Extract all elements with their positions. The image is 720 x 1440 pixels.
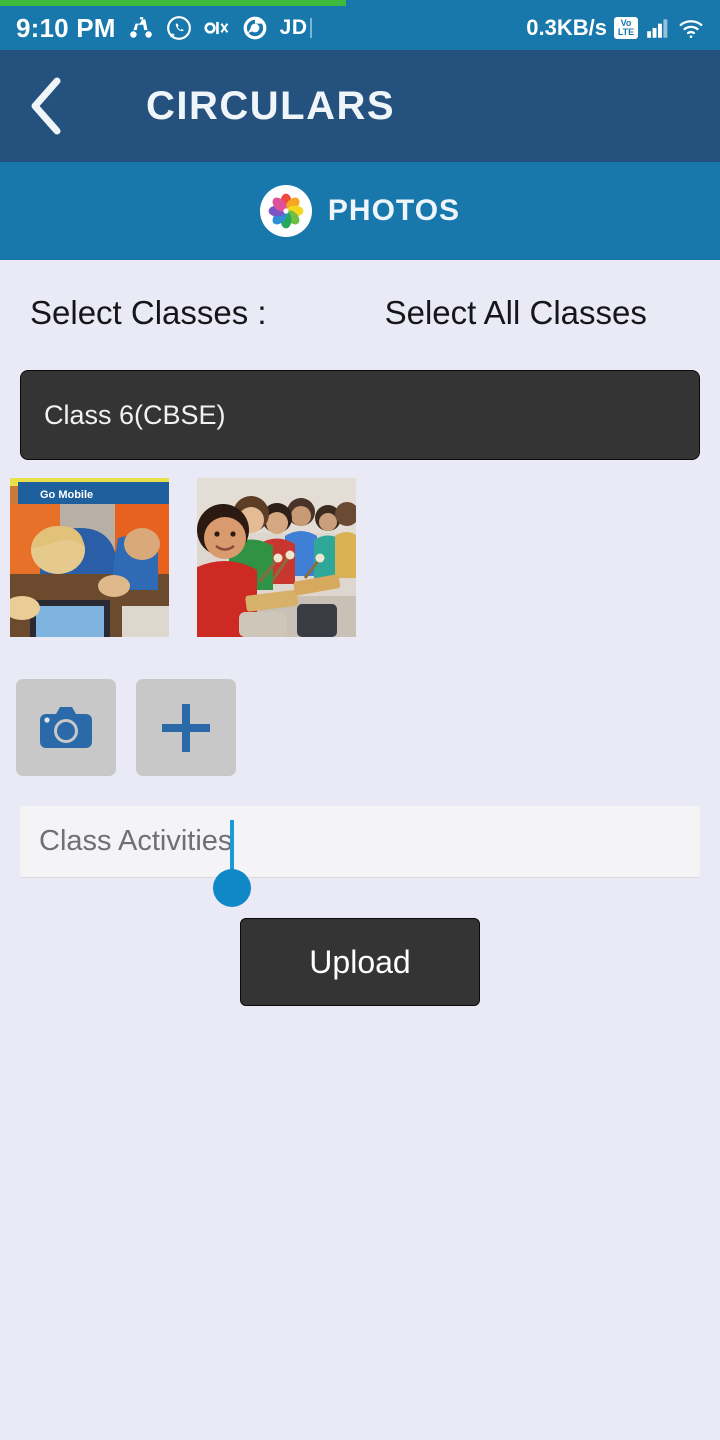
select-all-classes-button[interactable]: Select All Classes xyxy=(385,294,647,332)
status-divider xyxy=(309,18,312,38)
class-selection-row: Select Classes : Select All Classes xyxy=(0,260,720,332)
class-dropdown[interactable]: Class 6(CBSE) xyxy=(20,370,700,460)
status-bar-right: 0.3KB/s Vo LTE xyxy=(526,15,704,41)
page-title: CIRCULARS xyxy=(146,83,396,128)
back-chevron-icon xyxy=(31,77,61,135)
wifi-icon xyxy=(678,15,704,41)
camera-icon xyxy=(40,706,92,748)
signal-bars-icon xyxy=(645,15,671,41)
select-classes-label: Select Classes : xyxy=(30,294,267,331)
olx-icon xyxy=(204,15,230,41)
upload-button[interactable]: Upload xyxy=(240,918,480,1006)
scooter-icon xyxy=(128,15,154,41)
jd-app-icon: JD xyxy=(279,16,308,39)
svg-text:Go Mobile: Go Mobile xyxy=(40,489,93,501)
photos-flower-icon xyxy=(259,185,312,237)
page-loading-bar xyxy=(0,0,720,6)
chrome-icon xyxy=(242,15,268,41)
photo-thumbnail[interactable] xyxy=(197,478,356,637)
volte-icon: Vo LTE xyxy=(614,17,638,39)
caption-input-value: Class Activities xyxy=(39,825,233,857)
photo-thumbnail-list: Go Mobile xyxy=(10,478,720,637)
class-dropdown-value: Class 6(CBSE) xyxy=(44,399,226,430)
status-bar-left: 9:10 PM JD xyxy=(16,13,312,44)
caption-field-wrapper: Class Activities xyxy=(20,806,700,907)
main-content: Select Classes : Select All Classes Clas… xyxy=(0,260,720,1440)
tab-photos-label: PHOTOS xyxy=(327,194,461,227)
add-photo-button[interactable] xyxy=(136,679,236,776)
volte-bottom-label: LTE xyxy=(617,27,635,37)
page-loading-bar-fill xyxy=(0,0,346,6)
app-title-bar: CIRCULARS xyxy=(0,50,720,162)
status-clock: 9:10 PM xyxy=(16,12,116,43)
plus-icon xyxy=(162,703,210,752)
photo-action-buttons xyxy=(16,679,720,776)
back-button[interactable] xyxy=(0,50,96,162)
text-cursor-handle[interactable] xyxy=(213,869,251,907)
camera-button[interactable] xyxy=(16,679,116,776)
upload-button-label: Upload xyxy=(309,943,411,980)
network-speed: 0.3KB/s xyxy=(526,15,607,40)
caption-input[interactable]: Class Activities xyxy=(20,806,700,878)
photo-thumbnail[interactable]: Go Mobile xyxy=(10,478,169,637)
tab-photos[interactable]: PHOTOS xyxy=(0,162,720,260)
whatsapp-icon xyxy=(166,15,192,41)
upload-button-wrapper: Upload xyxy=(0,918,720,1006)
status-bar: 9:10 PM JD 0.3KB/s Vo LTE xyxy=(0,0,720,50)
